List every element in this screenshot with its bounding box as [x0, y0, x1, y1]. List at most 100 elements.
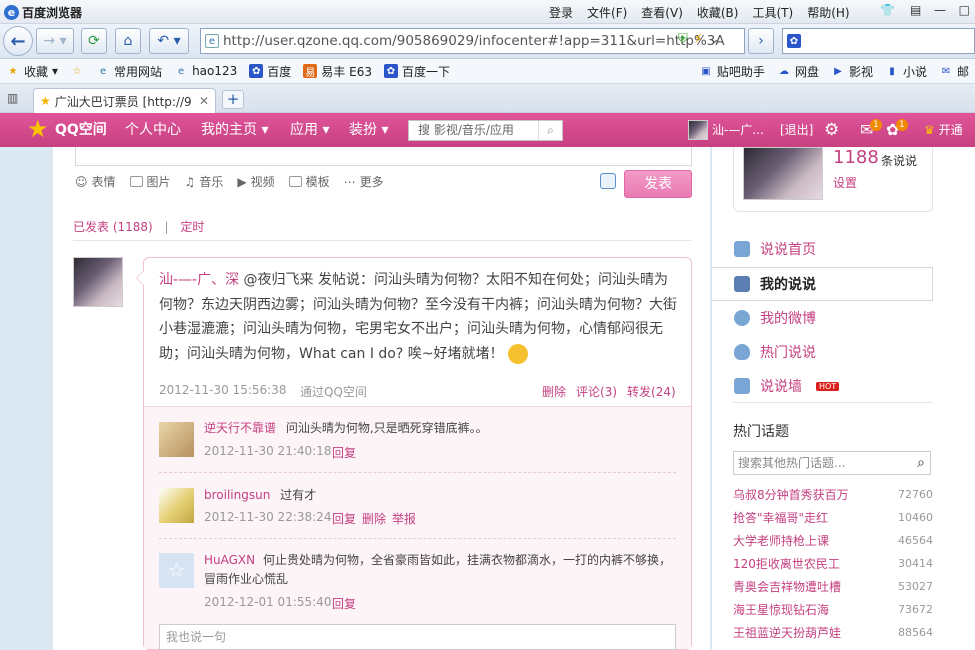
- gear-icon[interactable]: ⚙: [824, 113, 839, 147]
- fav-hao123[interactable]: e hao123: [168, 64, 243, 78]
- back-button[interactable]: ←: [3, 26, 33, 56]
- refresh-button[interactable]: ⟳: [81, 28, 107, 54]
- vip-open-link[interactable]: ♛ 开通: [924, 113, 963, 147]
- qzone-search-input[interactable]: 搜 影视/音乐/应用 ⌕: [408, 120, 563, 141]
- sidebar-toggle-icon[interactable]: ▥: [7, 91, 18, 105]
- comment-avatar[interactable]: [159, 422, 194, 457]
- menu-tools[interactable]: 工具(T): [745, 4, 800, 21]
- menu-file[interactable]: 文件(F): [580, 4, 634, 21]
- comment-author[interactable]: broilingsun: [204, 488, 270, 502]
- mail-icon[interactable]: ✉: [860, 113, 873, 147]
- fav-mail[interactable]: ✉ 邮: [933, 63, 975, 80]
- comment-author[interactable]: 逆天行不靠谱: [204, 421, 276, 435]
- reply-link[interactable]: 回复: [332, 510, 356, 527]
- qzone-brand[interactable]: QQ空间: [55, 113, 107, 147]
- reply-link[interactable]: 回复: [332, 595, 356, 612]
- tool-image[interactable]: 图片: [129, 173, 171, 190]
- fav-tieba[interactable]: ▣ 贴吧助手: [693, 63, 771, 80]
- hot-topic-item[interactable]: 乌叔8分钟首秀获百万 72760: [733, 487, 933, 510]
- fav-novel[interactable]: ▮ 小说: [879, 63, 933, 80]
- maximize-icon[interactable]: □: [959, 3, 970, 17]
- hot-topic-item[interactable]: 120拒收离世农民工 30414: [733, 556, 933, 579]
- new-tab-button[interactable]: +: [222, 90, 244, 109]
- fav-yifeng[interactable]: 易易丰 E63: [297, 63, 378, 80]
- post-author-avatar[interactable]: [73, 257, 123, 307]
- tab-published[interactable]: 已发表 (1188): [73, 220, 153, 234]
- hot-topic-search-input[interactable]: 搜索其他热门话题... ⌕: [733, 451, 931, 475]
- shield-icon[interactable]: ⛨: [678, 32, 688, 47]
- tool-emoji[interactable]: ☺ 表情: [75, 173, 116, 190]
- comment-separator: [159, 538, 676, 539]
- home-icon: ⌂: [123, 33, 133, 49]
- tool-music[interactable]: ♫ 音乐: [185, 173, 224, 190]
- menu-login[interactable]: 登录: [542, 4, 580, 21]
- settings-link[interactable]: 设置: [833, 174, 857, 191]
- go-button[interactable]: ›: [748, 28, 774, 54]
- menu-favorites[interactable]: 收藏(B): [690, 4, 746, 21]
- notification-icon[interactable]: ✿: [886, 113, 899, 147]
- comment-author[interactable]: HuAGXN: [204, 553, 255, 567]
- hot-topic-item[interactable]: 大学老师持枪上课 46564: [733, 533, 933, 556]
- search-engine-box[interactable]: ✿: [782, 28, 975, 54]
- fav-add[interactable]: ☆: [64, 64, 90, 78]
- sidebar-item-my-weibo[interactable]: 我的微博: [712, 301, 933, 335]
- fav-video[interactable]: ▶ 影视: [825, 63, 879, 80]
- address-input[interactable]: e http://user.qzone.qq.com/905869029/inf…: [200, 28, 745, 54]
- tool-video[interactable]: ▶ 视频: [237, 173, 274, 190]
- forward-button[interactable]: → ▾: [36, 28, 74, 54]
- composer-textarea[interactable]: [75, 147, 692, 166]
- qzone-logo-icon[interactable]: ★: [27, 117, 51, 141]
- comment-avatar[interactable]: [159, 488, 194, 523]
- tool-template[interactable]: 模板: [288, 173, 330, 190]
- tab-active[interactable]: ★ 广汕大巴订票员 [http://9 ✕: [33, 88, 216, 113]
- user-name[interactable]: 汕-—广...: [712, 113, 764, 147]
- bolt-icon[interactable]: ⚡: [694, 32, 703, 47]
- forward-link[interactable]: 转发(24): [627, 383, 676, 400]
- reply-link[interactable]: 回复: [332, 444, 356, 461]
- shuoshuo-count[interactable]: 1188: [833, 147, 879, 168]
- window-menu-icon[interactable]: ▤: [910, 3, 921, 17]
- hot-topic-item[interactable]: 王祖蓝逆天扮葫芦娃 88564: [733, 625, 933, 648]
- sidebar-item-shuoshuo-wall[interactable]: 说说墙 HOT: [712, 369, 933, 403]
- search-icon[interactable]: ⌕: [917, 452, 925, 474]
- delete-link[interactable]: 删除: [542, 383, 566, 400]
- post-author[interactable]: 汕-—-广、深: [159, 272, 239, 288]
- nav-apps[interactable]: 应用 ▾: [290, 113, 329, 147]
- chevron-down-icon[interactable]: ⌄: [709, 32, 720, 47]
- fav-pan[interactable]: ☁ 网盘: [771, 63, 825, 80]
- nav-personal-center[interactable]: 个人中心: [125, 113, 181, 147]
- skin-icon[interactable]: 👕: [880, 3, 895, 17]
- hot-topic-item[interactable]: 海王星惊现钻石海 73672: [733, 602, 933, 625]
- fav-common-sites[interactable]: e 常用网站: [90, 63, 168, 80]
- schedule-clock-icon[interactable]: [600, 173, 616, 189]
- report-link[interactable]: 举报: [392, 510, 416, 527]
- tab-scheduled[interactable]: 定时: [180, 220, 204, 234]
- user-avatar-small[interactable]: [688, 120, 708, 140]
- nav-decorate[interactable]: 装扮 ▾: [349, 113, 388, 147]
- reply-input[interactable]: 我也说一句: [159, 624, 676, 650]
- sidebar-item-hot-shuoshuo[interactable]: 热门说说: [712, 335, 933, 369]
- menu-view[interactable]: 查看(V): [634, 4, 690, 21]
- hot-topic-item[interactable]: 青奥会吉祥物遭吐槽 53027: [733, 579, 933, 602]
- nav-my-homepage[interactable]: 我的主页 ▾: [201, 113, 268, 147]
- fav-baidu-search[interactable]: ✿ 百度一下: [378, 63, 456, 80]
- post-button[interactable]: 发表: [624, 170, 692, 198]
- minimize-icon[interactable]: —: [934, 3, 946, 17]
- fav-collect[interactable]: ★ 收藏 ▾: [0, 63, 64, 80]
- logout-link[interactable]: [退出]: [780, 113, 813, 147]
- tool-more[interactable]: ⋯ 更多: [344, 173, 384, 190]
- fav-baidu[interactable]: ✿ 百度: [243, 63, 297, 80]
- hot-topic-item[interactable]: 抢答"幸福哥"走红 10460: [733, 510, 933, 533]
- search-icon[interactable]: ⌕: [538, 121, 562, 140]
- sidebar-item-my-shuoshuo[interactable]: 我的说说: [712, 267, 933, 301]
- sidebar-item-shuoshuo-home[interactable]: 说说首页: [712, 232, 933, 266]
- menu-help[interactable]: 帮助(H): [800, 4, 856, 21]
- close-tab-icon[interactable]: ✕: [199, 94, 209, 108]
- home-button[interactable]: ⌂: [115, 28, 141, 54]
- comment-link[interactable]: 评论(3): [576, 383, 617, 400]
- default-avatar-icon[interactable]: ☆: [159, 553, 194, 588]
- delete-link[interactable]: 删除: [362, 510, 386, 527]
- undo-button[interactable]: ↶ ▾: [149, 28, 189, 54]
- wall-icon: [734, 378, 750, 394]
- profile-avatar[interactable]: [743, 147, 823, 200]
